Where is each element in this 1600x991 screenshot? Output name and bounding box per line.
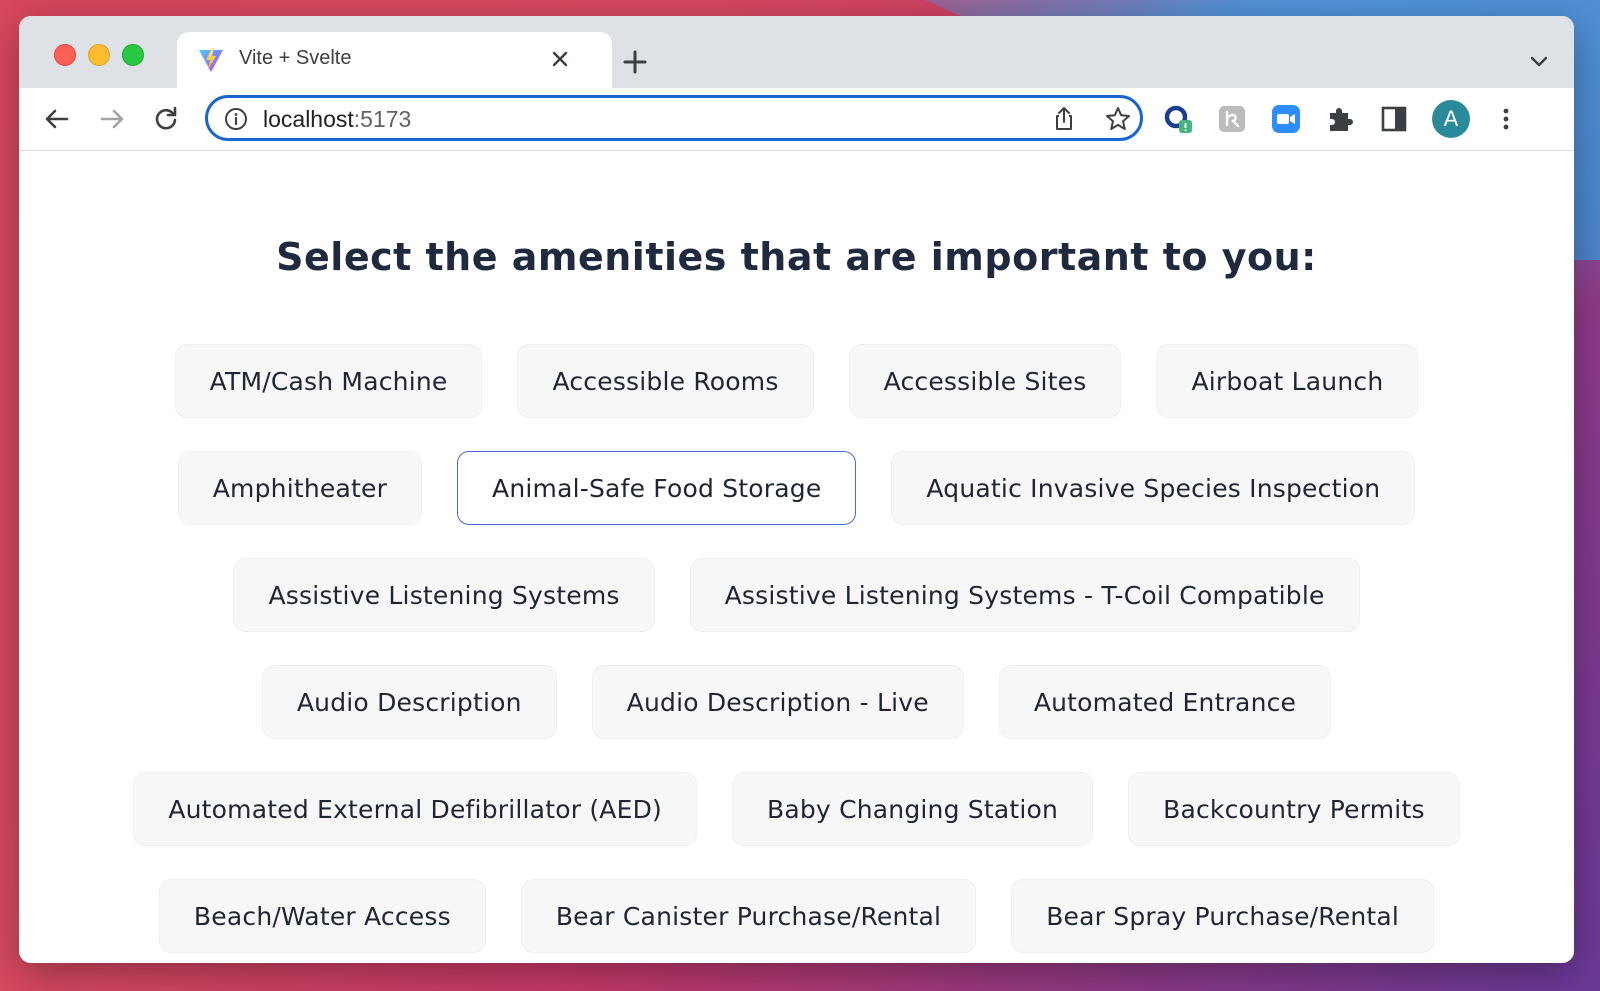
forward-arrow-icon[interactable] — [96, 103, 128, 135]
amenity-chip[interactable]: Baby Changing Station — [731, 772, 1094, 846]
amenity-chip[interactable]: Backcountry Permits — [1128, 772, 1460, 846]
amenity-chip[interactable]: Bear Spray Purchase/Rental — [1011, 879, 1435, 953]
amenity-row: ATM/Cash Machine Accessible Rooms Accessib… — [19, 344, 1574, 418]
tab-strip: Vite + Svelte — [19, 16, 1574, 94]
share-icon[interactable] — [1050, 105, 1078, 133]
page-content: Select the amenities that are important … — [19, 151, 1574, 963]
new-tab-plus-icon[interactable] — [617, 44, 653, 80]
browser-window: Vite + Svelte localhost:5173 A Select th… — [19, 16, 1574, 963]
amenity-chip[interactable]: Assistive Listening Systems - T-Coil Com… — [689, 558, 1360, 632]
amenity-row: Automated External Defibrillator (AED) Ba… — [19, 772, 1574, 846]
amenity-chip[interactable]: Airboat Launch — [1156, 344, 1419, 418]
browser-toolbar: localhost:5173 A — [19, 88, 1574, 151]
back-arrow-icon[interactable] — [41, 103, 73, 135]
window-close-button[interactable] — [54, 44, 76, 66]
amenity-row: Audio Description Audio Description - Liv… — [19, 665, 1574, 739]
window-maximize-button[interactable] — [122, 44, 144, 66]
amenity-row: Beach/Water Access Bear Canister Purchase… — [19, 879, 1574, 953]
reload-icon[interactable] — [150, 103, 182, 135]
amenity-chip[interactable]: Audio Description — [261, 665, 557, 739]
amenity-chip[interactable]: Bear Canister Purchase/Rental — [520, 879, 977, 953]
vite-favicon-icon — [199, 48, 223, 72]
amenity-chip[interactable]: Automated External Defibrillator (AED) — [133, 772, 697, 846]
kebab-menu-icon[interactable] — [1490, 103, 1522, 135]
url-text[interactable]: localhost:5173 — [263, 106, 411, 133]
amenity-chip[interactable]: ATM/Cash Machine — [174, 344, 483, 418]
amenity-row: Assistive Listening Systems Assistive Lis… — [19, 558, 1574, 632]
extensions-puzzle-icon[interactable] — [1324, 103, 1356, 135]
profile-avatar[interactable]: A — [1432, 100, 1470, 138]
address-bar[interactable]: localhost:5173 — [205, 95, 1143, 141]
tab-active[interactable]: Vite + Svelte — [177, 32, 612, 94]
amenity-row: Amphitheater Animal-Safe Food Storage Aqua… — [19, 451, 1574, 525]
amenity-chip[interactable]: Beach/Water Access — [158, 879, 486, 953]
side-panel-icon[interactable] — [1378, 103, 1410, 135]
amenity-chip-selected[interactable]: Animal-Safe Food Storage — [457, 451, 857, 525]
amenity-chip[interactable]: Accessible Sites — [848, 344, 1122, 418]
tab-close-icon[interactable] — [545, 44, 575, 74]
amenity-chip[interactable]: Audio Description - Live — [591, 665, 964, 739]
amenity-chip[interactable]: Amphitheater — [177, 451, 423, 525]
url-host: localhost — [263, 106, 354, 132]
url-port: :5173 — [353, 106, 412, 132]
page-heading: Select the amenities that are important … — [276, 235, 1317, 279]
amenity-chip[interactable]: Accessible Rooms — [517, 344, 814, 418]
amenity-list: ATM/Cash Machine Accessible Rooms Accessib… — [19, 344, 1574, 963]
site-info-icon[interactable] — [224, 107, 248, 131]
tab-title: Vite + Svelte — [239, 47, 352, 69]
zoom-video-icon[interactable] — [1270, 103, 1302, 135]
tab-search-chevron-down-icon[interactable] — [1528, 50, 1550, 72]
amenity-chip[interactable]: Aquatic Invasive Species Inspection — [891, 451, 1416, 525]
amenity-chip[interactable]: Automated Entrance — [998, 665, 1332, 739]
extension-grey-icon[interactable] — [1216, 103, 1248, 135]
amenity-chip[interactable]: Assistive Listening Systems — [233, 558, 655, 632]
bookmark-star-icon[interactable] — [1104, 105, 1132, 133]
window-minimize-button[interactable] — [88, 44, 110, 66]
extension-ring-icon[interactable] — [1162, 103, 1194, 135]
